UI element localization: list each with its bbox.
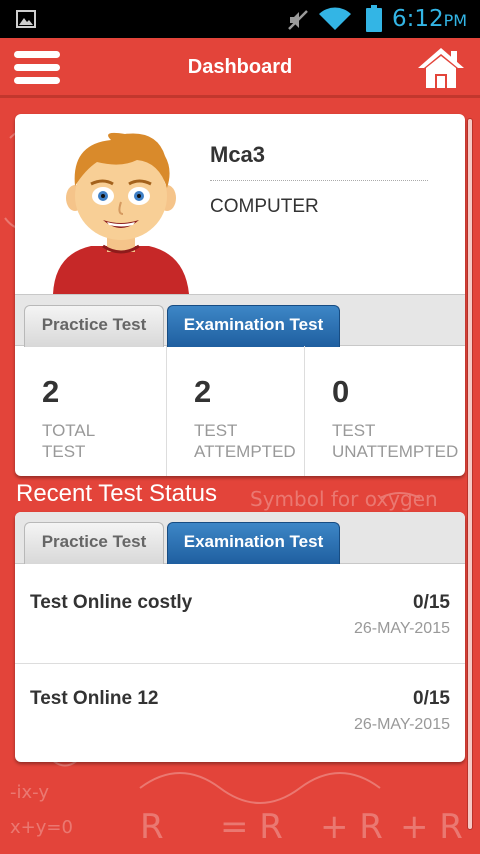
summary-tab-strip: Practice Test Examination Test [15,294,465,347]
clock-ampm: PM [443,11,468,30]
tab-recent-practice-test[interactable]: Practice Test [24,522,164,564]
test-date: 26-MAY-2015 [353,620,450,637]
test-name: Test Online 12 [30,688,159,709]
app-bar: Dashboard [0,38,480,98]
stat-label-line1: TEST [332,421,376,440]
stat-label-line2: UNATTEMPTED [332,442,459,461]
stat-label: TOTAL TEST [42,420,166,462]
stat-label: TEST ATTEMPTED [194,420,304,462]
svg-text:-ix-y: -ix-y [10,782,49,803]
clock: 6:12PM [392,6,467,32]
page-title: Dashboard [187,56,293,78]
image-notification-icon [16,10,36,28]
stat-value: 2 [42,374,60,409]
tab-practice-test[interactable]: Practice Test [24,305,164,347]
profile-name: Mca3 [210,142,266,167]
recent-tests-card: Practice Test Examination Test Test Onli… [15,512,465,762]
svg-text:R: R [140,807,164,847]
svg-text:= R: = R [220,807,283,847]
clock-time: 6:12 [392,6,444,32]
list-item[interactable]: Test Online costly 0/15 26-MAY-2015 [15,564,465,664]
svg-text:+ R: + R [400,807,463,847]
stat-test-unattempted: 0 TEST UNATTEMPTED [305,346,465,476]
stat-label: TEST UNATTEMPTED [332,420,465,462]
stat-label-line1: TEST [194,421,238,440]
profile-divider [210,180,428,181]
home-icon[interactable] [416,46,466,90]
stat-total-test: 2 TOTAL TEST [15,346,167,476]
avatar [41,126,199,294]
test-name: Test Online costly [30,592,193,613]
scrollbar[interactable] [467,118,473,830]
test-score: 0/15 [413,688,450,709]
mute-icon [288,10,308,30]
stat-value: 0 [332,374,350,409]
svg-text:Symbol for oxygen: Symbol for oxygen [250,487,438,511]
profile-department: COMPUTER [210,196,319,217]
tab-examination-test[interactable]: Examination Test [167,305,340,347]
recent-test-status-heading: Recent Test Status [16,480,217,507]
tab-recent-examination-test[interactable]: Examination Test [167,522,340,564]
svg-text:x+y=0: x+y=0 [10,817,73,838]
status-bar: 6:12PM [0,0,480,38]
stat-test-attempted: 2 TEST ATTEMPTED [167,346,305,476]
battery-icon [366,5,382,32]
recent-tab-strip: Practice Test Examination Test [15,512,465,564]
stat-label-line2: ATTEMPTED [194,442,296,461]
stat-value: 2 [194,374,212,409]
stats-row: 2 TOTAL TEST 2 TEST ATTEMPTED 0 TEST UNA… [15,346,465,476]
test-score: 0/15 [413,592,450,613]
svg-text:+ R: + R [320,807,383,847]
wifi-icon [319,7,351,30]
stat-label-line2: TEST [42,442,86,461]
profile-card: Mca3 COMPUTER Practice Test Examination … [15,114,465,476]
stat-label-line1: TOTAL [42,421,96,440]
list-item[interactable]: Test Online 12 0/15 26-MAY-2015 [15,664,465,762]
test-date: 26-MAY-2015 [353,716,450,733]
